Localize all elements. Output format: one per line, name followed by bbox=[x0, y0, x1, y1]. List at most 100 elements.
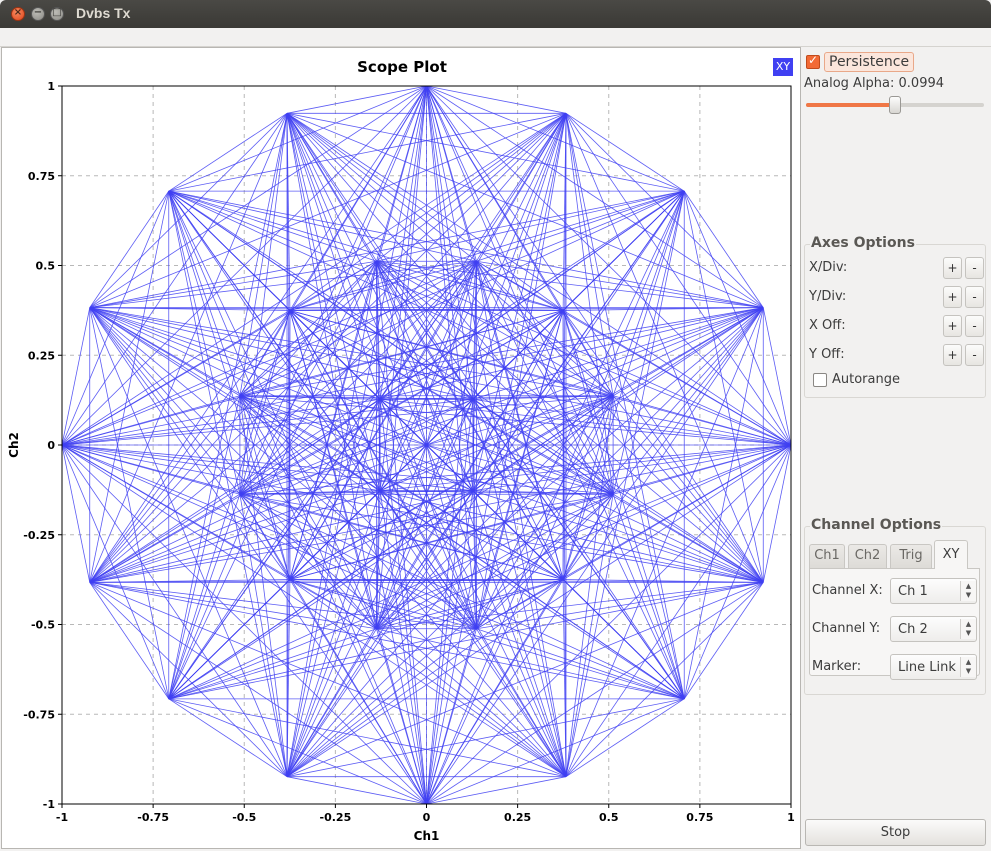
y-div-plus-button[interactable]: + bbox=[943, 286, 962, 308]
maximize-icon: □ bbox=[52, 7, 62, 18]
autorange-checkbox[interactable] bbox=[813, 372, 827, 387]
trace-segment bbox=[89, 581, 477, 630]
menubar bbox=[0, 28, 991, 47]
x-tick-label: 0 bbox=[423, 811, 431, 824]
trace-segment bbox=[476, 261, 685, 700]
trace-segment bbox=[612, 493, 764, 583]
analog-alpha-slider[interactable] bbox=[806, 96, 984, 114]
minimize-icon: − bbox=[33, 7, 43, 18]
y-off-minus-button[interactable]: - bbox=[965, 344, 984, 366]
trace-segment bbox=[286, 628, 377, 777]
tab-xy[interactable]: XY bbox=[934, 540, 968, 569]
tab-ch2[interactable]: Ch2 bbox=[848, 544, 887, 568]
channel-x-row: Channel X: Ch 1 ▲ ▼ bbox=[812, 578, 978, 604]
xy-mode-badge: XY bbox=[773, 58, 793, 76]
x-tick-label: 1 bbox=[787, 811, 795, 824]
channel-y-value: Ch 2 bbox=[898, 622, 928, 637]
marker-value: Line Link bbox=[898, 660, 956, 675]
scope-plot-canvas[interactable]: -1 -0.75 -0.5 -0.25 0 0.25 0.5 0.75 1 -1 -0.75 -0.5… bbox=[2, 48, 802, 850]
xy-trace bbox=[61, 85, 792, 805]
trace-segment bbox=[89, 493, 241, 583]
trace-segment bbox=[376, 113, 567, 262]
marker-select[interactable]: Line Link ▲ ▼ bbox=[890, 654, 977, 680]
window-maximize-button[interactable]: □ bbox=[50, 7, 64, 21]
trace-segment bbox=[376, 190, 685, 262]
autorange-toggle[interactable]: Autorange bbox=[813, 372, 900, 387]
trace-segment bbox=[376, 628, 567, 777]
x-div-label: X/Div: bbox=[809, 260, 848, 275]
axes-options-group: Axes Options X/Div: + - Y/Div: + - X Off… bbox=[804, 235, 986, 398]
trace-segment bbox=[376, 260, 764, 309]
x-off-minus-button[interactable]: - bbox=[965, 315, 984, 337]
channel-x-value: Ch 1 bbox=[898, 584, 928, 599]
window-minimize-button[interactable]: − bbox=[31, 7, 45, 21]
trace-segment bbox=[612, 191, 685, 495]
trace-segment bbox=[168, 628, 477, 700]
trace-segment bbox=[168, 190, 477, 262]
trace-segment bbox=[168, 191, 241, 495]
trace-segment bbox=[239, 395, 288, 777]
y-tick-label: 0.5 bbox=[36, 260, 56, 273]
persistence-toggle[interactable]: Persistence bbox=[806, 52, 915, 72]
x-div-row: X/Div: + - bbox=[809, 257, 984, 279]
x-off-row: X Off: + - bbox=[809, 315, 984, 337]
y-axis-label: Ch2 bbox=[7, 432, 21, 458]
xy-tab-pane: Channel X: Ch 1 ▲ ▼ Channel Y: Ch 2 ▲ ▼ Ma… bbox=[809, 568, 980, 680]
trace-segment bbox=[376, 628, 685, 700]
channel-x-select[interactable]: Ch 1 ▲ ▼ bbox=[890, 578, 977, 604]
trace-segment bbox=[239, 190, 685, 397]
trace-segment bbox=[239, 113, 288, 495]
trace-segment bbox=[376, 581, 764, 630]
window-titlebar: × − □ Dvbs Tx bbox=[0, 0, 991, 28]
trace-segment bbox=[89, 307, 241, 495]
plot-title: Scope Plot bbox=[357, 58, 447, 76]
close-icon: × bbox=[13, 7, 23, 18]
channel-tabs: Ch1 Ch2 Trig XY bbox=[809, 540, 981, 569]
persistence-checkbox[interactable] bbox=[806, 53, 820, 69]
tab-ch1[interactable]: Ch1 bbox=[809, 544, 845, 568]
trace-segment bbox=[286, 628, 477, 777]
control-panel: Persistence Analog Alpha: 0.0994 Axes Op… bbox=[803, 47, 990, 849]
x-tick-label: -0.75 bbox=[137, 811, 169, 824]
scope-plot-panel[interactable]: -1 -0.75 -0.5 -0.25 0 0.25 0.5 0.75 1 -1 -0.75 -0.5… bbox=[1, 47, 801, 849]
x-div-plus-button[interactable]: + bbox=[943, 257, 962, 279]
y-tick-label: 1 bbox=[47, 80, 55, 93]
trace-segment bbox=[168, 395, 241, 699]
persistence-label[interactable]: Persistence bbox=[824, 52, 915, 72]
y-tick-label: -0.25 bbox=[23, 529, 55, 542]
y-tick-label: -1 bbox=[43, 798, 55, 811]
autorange-label[interactable]: Autorange bbox=[832, 372, 900, 387]
analog-alpha-label: Analog Alpha: 0.0994 bbox=[804, 76, 945, 91]
trace-segment bbox=[168, 493, 614, 700]
y-div-minus-button[interactable]: - bbox=[965, 286, 984, 308]
trace-segment bbox=[89, 260, 477, 309]
spin-arrows-icon: ▲ ▼ bbox=[960, 581, 976, 601]
y-off-plus-button[interactable]: + bbox=[943, 344, 962, 366]
tab-trig[interactable]: Trig bbox=[890, 544, 932, 568]
x-tick-label: -1 bbox=[56, 811, 68, 824]
x-tick-label: -0.5 bbox=[232, 811, 256, 824]
slider-fill bbox=[806, 103, 895, 107]
y-off-label: Y Off: bbox=[809, 347, 845, 362]
x-tick-label: 0.25 bbox=[504, 811, 531, 824]
slider-handle[interactable] bbox=[889, 96, 901, 114]
x-tick-label: 0.5 bbox=[599, 811, 619, 824]
trace-segment bbox=[168, 190, 377, 629]
y-off-row: Y Off: + - bbox=[809, 344, 984, 366]
trace-segment bbox=[476, 190, 685, 629]
spin-arrows-icon: ▲ ▼ bbox=[960, 657, 976, 677]
y-div-label: Y/Div: bbox=[809, 289, 847, 304]
x-axis-label: Ch1 bbox=[414, 829, 440, 843]
spin-arrows-icon: ▲ ▼ bbox=[960, 619, 976, 639]
x-div-minus-button[interactable]: - bbox=[965, 257, 984, 279]
stop-button[interactable]: Stop bbox=[805, 819, 986, 846]
channel-y-select[interactable]: Ch 2 ▲ ▼ bbox=[890, 616, 977, 642]
y-tick-label: -0.75 bbox=[23, 708, 55, 721]
x-off-plus-button[interactable]: + bbox=[943, 315, 962, 337]
trace-segment bbox=[239, 493, 685, 700]
channel-y-label: Channel Y: bbox=[812, 621, 881, 636]
trace-segment bbox=[168, 190, 614, 397]
trace-segment bbox=[612, 307, 764, 495]
trace-segment bbox=[612, 395, 685, 699]
window-close-button[interactable]: × bbox=[11, 7, 25, 21]
